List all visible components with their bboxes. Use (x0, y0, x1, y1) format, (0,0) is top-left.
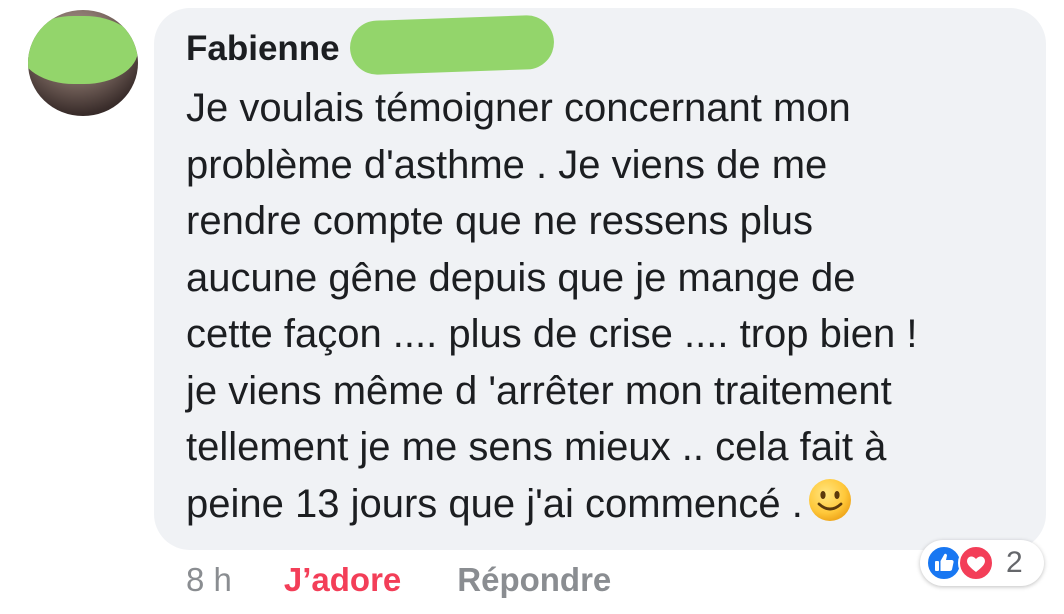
comment-author[interactable]: Fabienne (186, 28, 340, 70)
comment-timestamp[interactable]: 8 h (186, 561, 232, 599)
author-name-redaction (349, 14, 555, 76)
comment-line: aucune gêne depuis que je mange de (186, 255, 856, 300)
like-icon (926, 545, 962, 586)
comment-text: Je voulais témoigner concernant mon prob… (186, 80, 1026, 538)
reaction-count: 2 (1006, 546, 1023, 579)
avatar[interactable] (28, 10, 138, 116)
comment-line: je viens même d 'arrêter mon traitement (186, 368, 892, 413)
love-reaction-button[interactable]: J’adore (284, 561, 401, 599)
love-icon (958, 545, 994, 586)
comment-line: peine 13 jours que j'ai commencé . (186, 481, 803, 526)
avatar-redaction (28, 16, 138, 84)
comment-line: cette façon .... plus de crise .... trop… (186, 312, 918, 356)
comment-line-last: peine 13 jours que j'ai commencé . (186, 476, 1026, 539)
comment-line: Je voulais témoigner concernant mon (186, 86, 851, 130)
comment-line: problème d'asthme . Je viens de me (186, 142, 828, 187)
comment-line: tellement je me sens mieux .. cela fait … (186, 425, 887, 469)
reaction-summary[interactable]: 2 (920, 540, 1044, 586)
comment-actions: 8 h J’adore Répondre (186, 558, 611, 602)
comment-line: rendre compte que ne ressens plus (186, 199, 814, 243)
slightly-smiling-face-icon (807, 477, 853, 539)
reply-button[interactable]: Répondre (457, 561, 611, 599)
